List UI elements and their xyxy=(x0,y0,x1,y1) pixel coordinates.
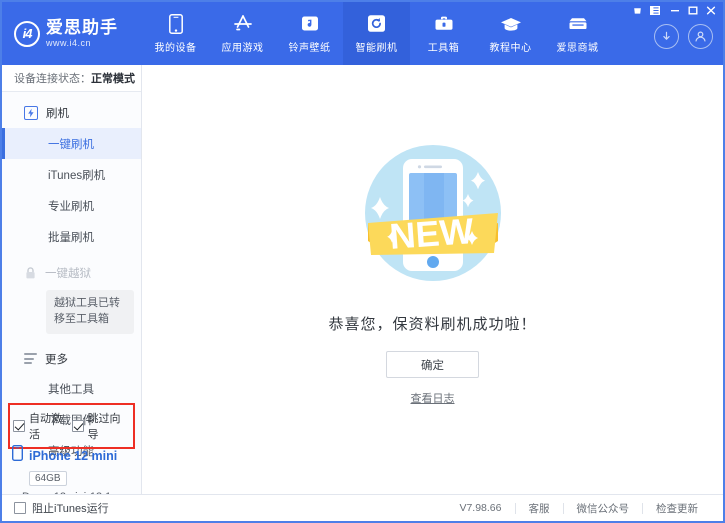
status-bar-right: V7.98.66 客服 微信公众号 检查更新 xyxy=(446,501,711,516)
nav-item-toolbox[interactable]: 工具箱 xyxy=(410,2,477,65)
phone-icon xyxy=(169,14,183,34)
status-bar: 阻止iTunes运行 V7.98.66 客服 微信公众号 检查更新 xyxy=(2,494,723,521)
nav-label: 铃声壁纸 xyxy=(289,39,331,54)
connection-status: 设备连接状态： 正常模式 xyxy=(2,65,141,92)
ringtone-icon xyxy=(301,14,319,34)
nav-label: 教程中心 xyxy=(490,39,532,54)
window-controls xyxy=(629,4,719,17)
nav-label: 工具箱 xyxy=(428,39,460,54)
success-message: 恭喜您，保资料刷机成功啦！ xyxy=(328,313,536,334)
flash-icon xyxy=(24,106,38,120)
view-log-link[interactable]: 查看日志 xyxy=(411,390,455,406)
graduation-cap-icon xyxy=(500,14,522,34)
app-header: i4 爱思助手 www.i4.cn 我的设备 应用游戏 xyxy=(2,2,723,65)
version-label: V7.98.66 xyxy=(446,502,514,514)
menu-icon[interactable] xyxy=(647,4,663,17)
option-label: 跳过向导 xyxy=(88,410,131,442)
confirm-button[interactable]: 确定 xyxy=(386,351,479,378)
checkbox-icon[interactable] xyxy=(72,420,84,432)
nav-label: 爱思商城 xyxy=(557,39,599,54)
close-icon[interactable] xyxy=(703,4,719,17)
nav-label: 我的设备 xyxy=(155,39,197,54)
account-icon[interactable] xyxy=(688,24,713,49)
download-icon[interactable] xyxy=(654,24,679,49)
checkbox-icon[interactable] xyxy=(14,502,26,514)
sidebar-item-label: 一键刷机 xyxy=(48,136,94,152)
app-logo: i4 爱思助手 www.i4.cn xyxy=(2,2,132,65)
sidebar-item-label: 批量刷机 xyxy=(48,229,94,245)
nav-label: 智能刷机 xyxy=(356,39,398,54)
option-block-itunes[interactable]: 阻止iTunes运行 xyxy=(14,500,109,516)
sidebar-item-label: 其他工具 xyxy=(48,381,94,397)
maximize-icon[interactable] xyxy=(685,4,701,17)
app-window: i4 爱思助手 www.i4.cn 我的设备 应用游戏 xyxy=(0,0,725,523)
logo-text: 爱思助手 www.i4.cn xyxy=(46,19,118,48)
option-label: 阻止iTunes运行 xyxy=(32,500,109,516)
minimize-icon[interactable] xyxy=(667,4,683,17)
nav-item-my-device[interactable]: 我的设备 xyxy=(142,2,209,65)
device-name-row: iPhone 12 mini xyxy=(12,445,141,466)
lock-icon xyxy=(24,266,37,280)
device-capacity-badge: 64GB xyxy=(29,471,67,486)
sidebar-item-other-tools[interactable]: 其他工具 xyxy=(2,374,141,405)
checkbox-icon[interactable] xyxy=(13,420,25,432)
nav-item-i4-store[interactable]: 爱思商城 xyxy=(544,2,611,65)
device-phone-icon xyxy=(12,445,23,466)
sidebar: 设备连接状态： 正常模式 刷机 一键刷机 iTunes刷机 专业刷机 批量刷机 xyxy=(2,65,142,498)
i4-logo-icon: i4 xyxy=(14,21,40,47)
option-skip-setup[interactable]: 跳过向导 xyxy=(72,410,131,442)
sidebar-item-one-key-flash[interactable]: 一键刷机 xyxy=(2,128,141,159)
sidebar-group-label: 更多 xyxy=(45,351,68,367)
header-user-icons xyxy=(654,24,713,49)
main-content: NEW 恭喜您，保资料刷机成功啦！ 确定 查看日志 xyxy=(142,65,723,498)
option-auto-activate[interactable]: 自动激活 xyxy=(13,410,72,442)
logo-subtitle: www.i4.cn xyxy=(46,39,118,48)
customer-service-link[interactable]: 客服 xyxy=(516,501,563,516)
sidebar-item-batch-flash[interactable]: 批量刷机 xyxy=(2,221,141,252)
nav-item-ringtones-wallpaper[interactable]: 铃声壁纸 xyxy=(276,2,343,65)
option-label: 自动激活 xyxy=(29,410,72,442)
connection-status-value: 正常模式 xyxy=(91,70,135,86)
appstore-icon xyxy=(232,14,254,34)
store-icon xyxy=(567,14,589,34)
wechat-official-link[interactable]: 微信公众号 xyxy=(564,501,643,516)
sidebar-group-label: 刷机 xyxy=(46,105,69,121)
nav-label: 应用游戏 xyxy=(222,39,264,54)
sidebar-item-pro-flash[interactable]: 专业刷机 xyxy=(2,190,141,221)
new-badge-phone-illustration: NEW xyxy=(344,131,522,299)
nav-item-smart-flash[interactable]: 智能刷机 xyxy=(343,2,410,65)
list-icon xyxy=(24,353,37,364)
sidebar-group-flash[interactable]: 刷机 xyxy=(2,98,141,128)
sidebar-group-jailbreak: 一键越狱 xyxy=(2,258,141,288)
sidebar-group-more[interactable]: 更多 xyxy=(2,344,141,374)
sidebar-item-label: iTunes刷机 xyxy=(48,167,105,183)
jailbreak-tooltip: 越狱工具已转移至工具箱 xyxy=(46,290,134,334)
logo-title: 爱思助手 xyxy=(46,19,118,36)
nav-item-apps-games[interactable]: 应用游戏 xyxy=(209,2,276,65)
refresh-icon xyxy=(367,14,386,34)
connection-status-label: 设备连接状态： xyxy=(14,70,91,86)
svg-text:NEW: NEW xyxy=(388,210,475,257)
device-name: iPhone 12 mini xyxy=(29,449,117,463)
nav-item-tutorial-center[interactable]: 教程中心 xyxy=(477,2,544,65)
sidebar-item-itunes-flash[interactable]: iTunes刷机 xyxy=(2,159,141,190)
sidebar-group-label: 一键越狱 xyxy=(45,265,91,281)
app-body: 设备连接状态： 正常模式 刷机 一键刷机 iTunes刷机 专业刷机 批量刷机 xyxy=(2,65,723,498)
toolbox-icon xyxy=(434,14,454,34)
main-nav: 我的设备 应用游戏 铃声壁纸 智能刷机 xyxy=(142,2,611,65)
sidebar-item-label: 专业刷机 xyxy=(48,198,94,214)
check-update-link[interactable]: 检查更新 xyxy=(643,501,711,516)
skin-icon[interactable] xyxy=(629,4,645,17)
